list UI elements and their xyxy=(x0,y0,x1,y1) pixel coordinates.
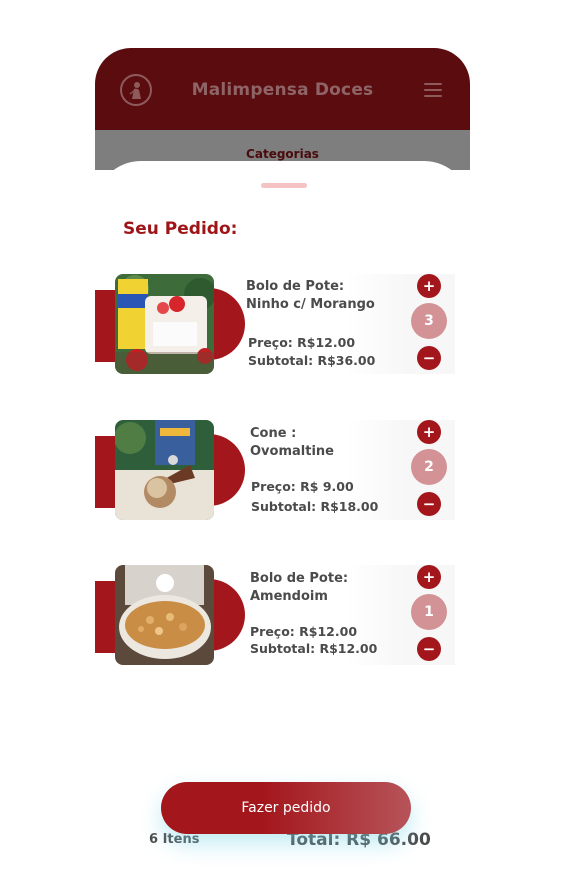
order-title: Seu Pedido: xyxy=(123,219,238,239)
product-subtotal: Subtotal: R$36.00 xyxy=(248,353,376,368)
place-order-button[interactable]: Fazer pedido xyxy=(161,782,411,834)
product-name: Bolo de Pote: Ninho c/ Morango xyxy=(246,279,375,312)
increase-quantity-button[interactable]: + xyxy=(417,420,441,444)
sheet-drag-handle[interactable] xyxy=(261,183,307,188)
increase-quantity-button[interactable]: + xyxy=(417,565,441,589)
decrease-quantity-button[interactable]: − xyxy=(417,637,441,661)
phone-frame: Malimpensa Doces Categorias Seu Pedido: xyxy=(95,48,470,875)
app-title: Malimpensa Doces xyxy=(191,80,374,100)
decrease-quantity-button[interactable]: − xyxy=(417,346,441,370)
quantity-badge: 2 xyxy=(411,449,447,485)
product-photo-cone-ovomaltine xyxy=(115,420,214,520)
app-header: Malimpensa Doces xyxy=(95,48,470,130)
cart-item: Bolo de Pote: Ninho c/ Morango Preço: R$… xyxy=(95,274,470,384)
product-price: Preço: R$12.00 xyxy=(248,335,356,350)
decrease-quantity-button[interactable]: − xyxy=(417,492,441,516)
product-name: Cone : Ovomaltine xyxy=(250,426,334,459)
quantity-badge: 1 xyxy=(411,594,447,630)
quantity-badge: 3 xyxy=(411,303,447,339)
items-count: 6 Itens xyxy=(149,832,200,847)
product-photo-ninho-morango xyxy=(115,274,214,374)
product-photo-amendoim xyxy=(115,565,214,665)
cart-item: Cone : Ovomaltine Preço: R$ 9.00 Subtota… xyxy=(95,420,470,530)
product-subtotal: Subtotal: R$12.00 xyxy=(250,641,378,656)
product-name: Bolo de Pote: Amendoim xyxy=(250,571,349,604)
product-price: Preço: R$12.00 xyxy=(250,624,358,639)
categories-label: Categorias xyxy=(246,147,319,161)
order-sheet: Seu Pedido: Bolo de Pote: Ninho c/ Moran… xyxy=(95,161,470,875)
cart-item: Bolo de Pote: Amendoim Preço: R$12.00 Su… xyxy=(95,565,470,675)
product-subtotal: Subtotal: R$18.00 xyxy=(251,499,379,514)
hamburger-menu-icon[interactable] xyxy=(424,83,442,97)
product-price: Preço: R$ 9.00 xyxy=(251,479,354,494)
increase-quantity-button[interactable]: + xyxy=(417,274,441,298)
